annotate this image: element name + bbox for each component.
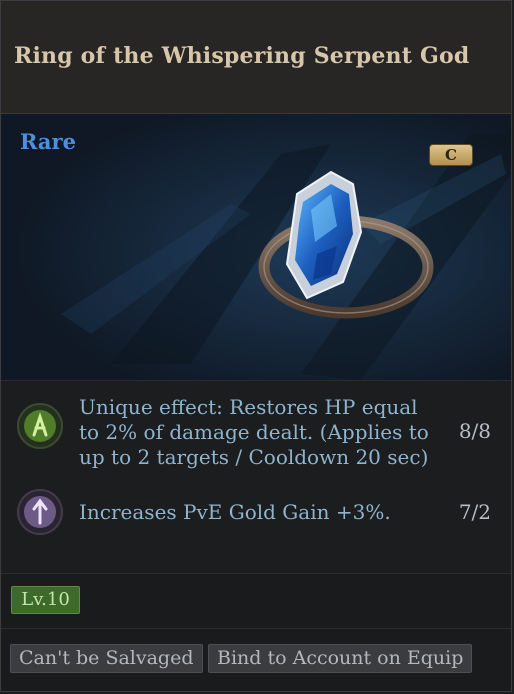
grade-badge: C [429, 144, 473, 166]
item-name: Ring of the Whispering Serpent God [14, 43, 470, 69]
rarity-label: Rare [20, 129, 76, 154]
effect-value: 7/2 [458, 500, 491, 524]
effect-row: Unique effect: Restores HP equal to 2% o… [1, 395, 511, 470]
effect-description: Unique effect: Restores HP equal to 2% o… [79, 395, 429, 469]
serpent-rune-icon [17, 403, 63, 449]
effect-row: Increases PvE Gold Gain +3%. 7/2 [1, 483, 511, 539]
bind-status-tag: Bind to Account on Equip [208, 644, 473, 673]
item-tooltip: Ring of the Whispering Serpent God Rare … [0, 0, 512, 692]
level-badge: Lv.10 [11, 586, 80, 614]
title-bar: Ring of the Whispering Serpent God [1, 1, 511, 114]
salvage-status-tag: Can't be Salvaged [10, 644, 203, 673]
divider [1, 628, 511, 629]
item-art-panel: Rare C [1, 114, 511, 380]
gold-gain-rune-icon [17, 489, 63, 535]
effects-list: Unique effect: Restores HP equal to 2% o… [1, 380, 511, 574]
effect-description: Increases PvE Gold Gain +3%. [79, 500, 391, 524]
effect-value: 8/8 [458, 419, 491, 443]
